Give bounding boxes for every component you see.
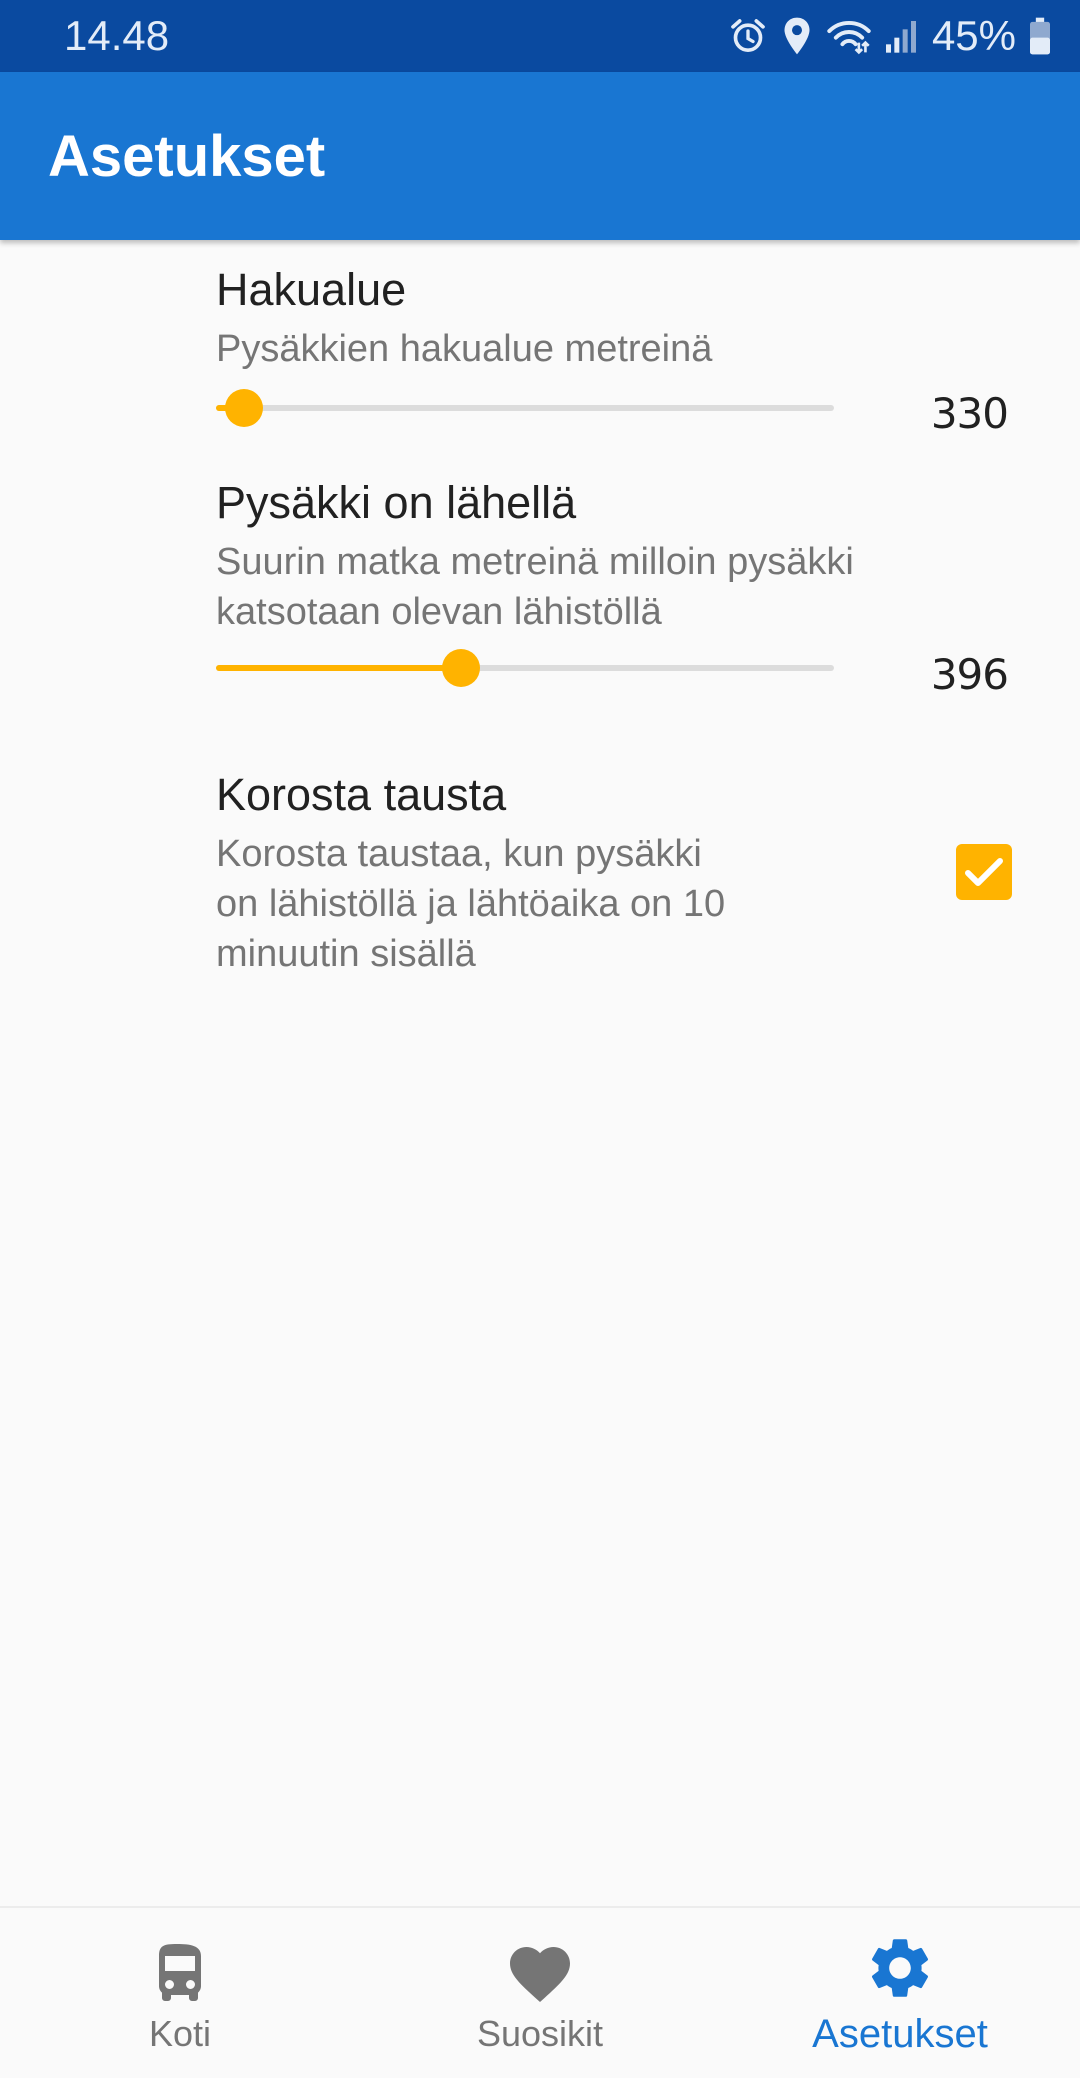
nav-label: Koti bbox=[148, 2013, 212, 2054]
search-area-slider[interactable] bbox=[216, 378, 834, 438]
slider-thumb[interactable] bbox=[442, 649, 481, 687]
location-icon bbox=[780, 16, 814, 56]
nav-item-suosikit[interactable]: Suosikit bbox=[360, 1908, 720, 2078]
status-icons: 45% bbox=[716, 10, 1052, 62]
status-bar: 14.48 45% bbox=[0, 0, 1080, 72]
nav-label: Suosikit bbox=[476, 2013, 604, 2054]
bottom-navigation: Koti Suosikit Asetukset bbox=[0, 1906, 1080, 2078]
pref-stop-nearby: Pysäkki on lähellä Suurin matka metreinä… bbox=[216, 475, 1016, 637]
battery-percent: 45% bbox=[931, 12, 1016, 59]
nav-label: Asetukset bbox=[812, 2012, 988, 2056]
pref-summary-line: Korosta taustaa, kun pysäkki bbox=[216, 833, 702, 875]
pref-search-area: Hakualue Pysäkkien hakualue metreinä bbox=[216, 262, 1016, 374]
highlight-background-checkbox[interactable] bbox=[956, 844, 1012, 900]
nav-item-koti[interactable]: Koti bbox=[0, 1908, 360, 2078]
heart-icon bbox=[510, 1947, 570, 2003]
pref-highlight-background[interactable]: Korosta tausta Korosta taustaa, kun pysä… bbox=[216, 767, 856, 979]
slider-thumb[interactable] bbox=[224, 389, 263, 427]
slider-track bbox=[216, 405, 834, 411]
nav-item-asetukset[interactable]: Asetukset bbox=[720, 1908, 1080, 2078]
check-icon bbox=[965, 858, 1003, 886]
pref-title: Pysäkki on lähellä bbox=[216, 477, 577, 528]
app-bar: Asetukset bbox=[0, 72, 1080, 240]
status-time: 14.48 bbox=[64, 12, 170, 59]
stop-nearby-value: 396 bbox=[930, 650, 1009, 699]
pref-summary: Pysäkkien hakualue metreinä bbox=[216, 328, 713, 370]
wifi-icon bbox=[826, 16, 872, 56]
page-title: Asetukset bbox=[48, 124, 326, 189]
slider-fill bbox=[216, 665, 462, 671]
alarm-icon bbox=[728, 16, 768, 56]
search-area-value: 330 bbox=[930, 389, 1009, 438]
pref-title: Korosta tausta bbox=[216, 769, 507, 820]
pref-title: Hakualue bbox=[216, 264, 407, 315]
pref-summary-line: Suurin matka metreinä milloin pysäkki bbox=[216, 541, 854, 583]
stop-nearby-slider[interactable] bbox=[216, 638, 834, 698]
battery-icon bbox=[1028, 16, 1052, 56]
pref-summary-line: katsotaan olevan lähistöllä bbox=[216, 591, 662, 633]
pref-summary-line: on lähistöllä ja lähtöaika on 10 bbox=[216, 883, 726, 925]
gear-icon bbox=[871, 1939, 929, 1997]
bus-icon bbox=[159, 1944, 201, 2001]
signal-icon bbox=[884, 16, 918, 56]
pref-summary-line: minuutin sisällä bbox=[216, 933, 476, 975]
